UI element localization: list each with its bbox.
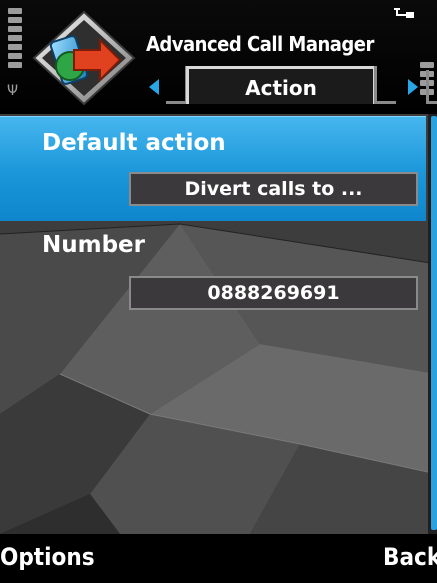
settings-form: Default action Divert calls to ... Numbe… xyxy=(0,114,437,534)
call-manager-app-icon xyxy=(30,10,138,106)
app-title: Advanced Call Manager xyxy=(146,32,374,56)
tab-previous[interactable] xyxy=(166,66,188,104)
default-action-value[interactable]: Divert calls to ... xyxy=(129,172,418,206)
title-bar: Ψ Advanced Call Manager Action xyxy=(0,0,437,114)
tab-next-peek[interactable] xyxy=(426,70,437,104)
tab-prev-arrow-icon[interactable] xyxy=(149,79,159,95)
tab-next-arrow-icon[interactable] xyxy=(408,79,418,95)
default-action-label: Default action xyxy=(42,130,226,156)
number-field[interactable]: 0888269691 xyxy=(129,276,418,310)
back-softkey[interactable]: Back xyxy=(383,543,437,571)
packet-data-icon xyxy=(392,6,416,20)
number-label: Number xyxy=(42,232,145,258)
signal-strength-icon: Ψ xyxy=(6,8,24,100)
options-softkey[interactable]: Options xyxy=(0,543,95,571)
scrollbar-thumb[interactable] xyxy=(431,116,437,530)
softkey-bar: Options Back xyxy=(0,534,437,583)
tab-action[interactable]: Action xyxy=(186,66,376,104)
tab-next[interactable] xyxy=(374,66,396,104)
phone-screen: Ψ Advanced Call Manager Action Default a… xyxy=(0,0,437,583)
